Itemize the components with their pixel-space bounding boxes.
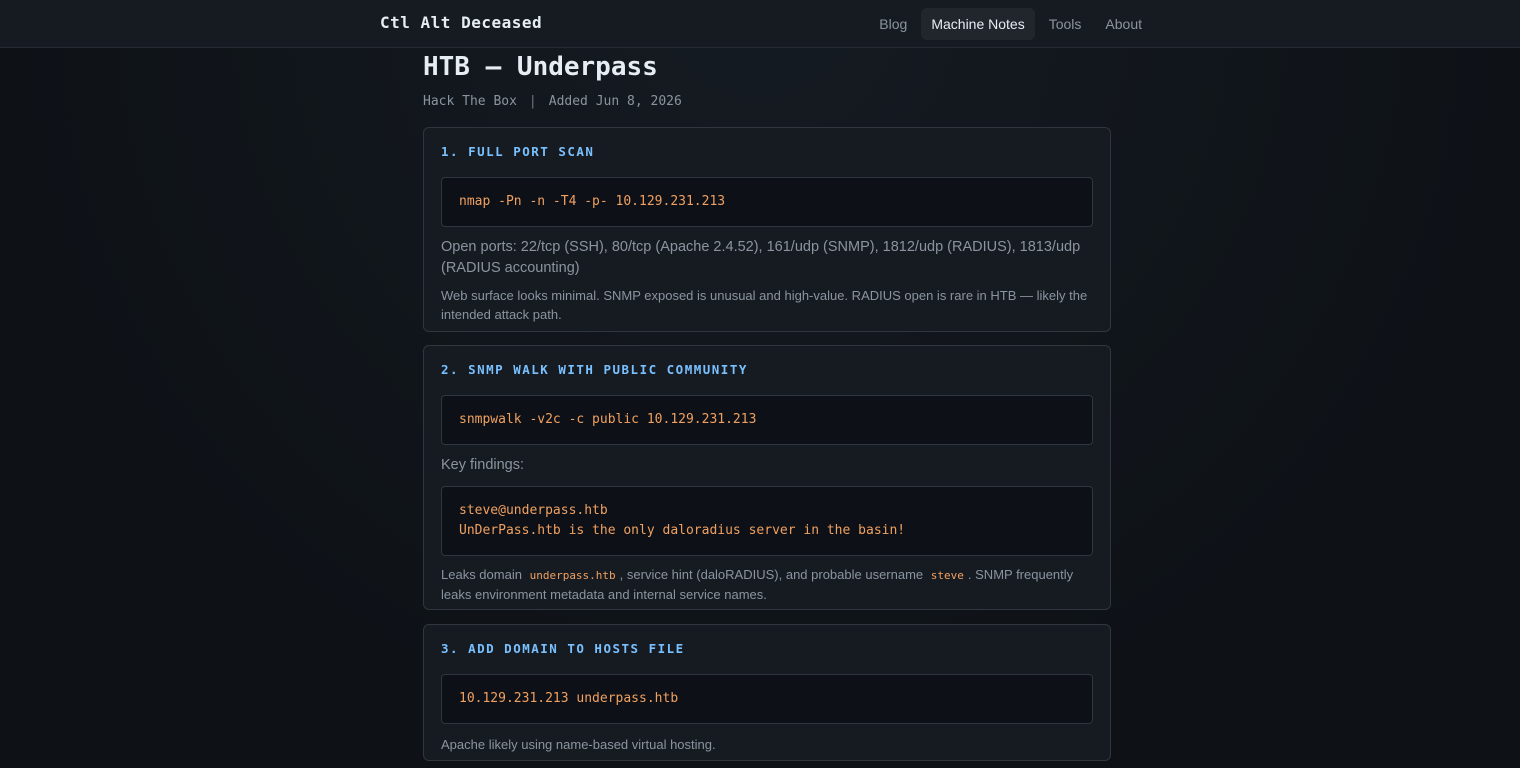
note-text: Leaks domain	[441, 567, 522, 582]
top-navigation-bar: Ctl Alt Deceased Blog Machine Notes Tool…	[0, 0, 1520, 48]
page-meta: Hack The Box | Added Jun 8, 2026	[423, 94, 1111, 109]
site-brand[interactable]: Ctl Alt Deceased	[380, 13, 542, 32]
nav-about[interactable]: About	[1095, 8, 1152, 40]
step-text: Open ports: 22/tcp (SSH), 80/tcp (Apache…	[441, 239, 1081, 276]
step-title: 1. FULL PORT SCAN	[441, 144, 595, 159]
step-note: Leaks domain underpass.htb, service hint…	[441, 565, 1093, 604]
meta-separator: |	[528, 94, 537, 109]
code-line: nmap -Pn -n -T4 -p- 10.129.231.213	[459, 194, 726, 209]
nav-machine-notes[interactable]: Machine Notes	[921, 8, 1035, 40]
inline-code-username: steve	[930, 569, 964, 582]
finding-line: UnDerPass.htb is the only daloradius ser…	[459, 523, 906, 538]
main-content: HTB — Underpass Hack The Box | Added Jun…	[423, 48, 1111, 761]
code-block[interactable]: 10.129.231.213 underpass.htb	[441, 674, 1093, 724]
note-text: , service hint (daloRADIUS), and probabl…	[619, 567, 924, 582]
nav-blog[interactable]: Blog	[869, 8, 917, 40]
code-line: snmpwalk -v2c -c public 10.129.231.213	[459, 412, 757, 427]
step-card-add-domain: 3. ADD DOMAIN TO HOSTS FILE 10.129.231.2…	[423, 624, 1111, 761]
code-block[interactable]: nmap -Pn -n -T4 -p- 10.129.231.213	[441, 177, 1093, 227]
code-block[interactable]: snmpwalk -v2c -c public 10.129.231.213	[441, 395, 1093, 445]
added-date: Added Jun 8, 2026	[548, 94, 682, 109]
category-label: Hack The Box	[423, 94, 517, 109]
step-card-snmp-walk: 2. SNMP WALK WITH PUBLIC COMMUNITY snmpw…	[423, 345, 1111, 610]
inline-code-domain: underpass.htb	[529, 569, 616, 582]
findings-block[interactable]: steve@underpass.htb UnDerPass.htb is the…	[441, 486, 1093, 556]
step-title: 2. SNMP WALK WITH PUBLIC COMMUNITY	[441, 362, 748, 377]
code-line: 10.129.231.213 underpass.htb	[459, 691, 679, 706]
step-card-full-port-scan: 1. FULL PORT SCAN nmap -Pn -n -T4 -p- 10…	[423, 127, 1111, 332]
page-title: HTB — Underpass	[423, 52, 658, 82]
step-note: Apache likely using name-based virtual h…	[441, 737, 716, 752]
finding-line: steve@underpass.htb	[459, 503, 608, 518]
step-text: Key findings:	[441, 457, 525, 473]
step-title: 3. ADD DOMAIN TO HOSTS FILE	[441, 641, 685, 656]
nav-tools[interactable]: Tools	[1039, 8, 1092, 40]
main-nav: Blog Machine Notes Tools About	[869, 8, 1152, 40]
step-note: Web surface looks minimal. SNMP exposed …	[441, 288, 1088, 322]
